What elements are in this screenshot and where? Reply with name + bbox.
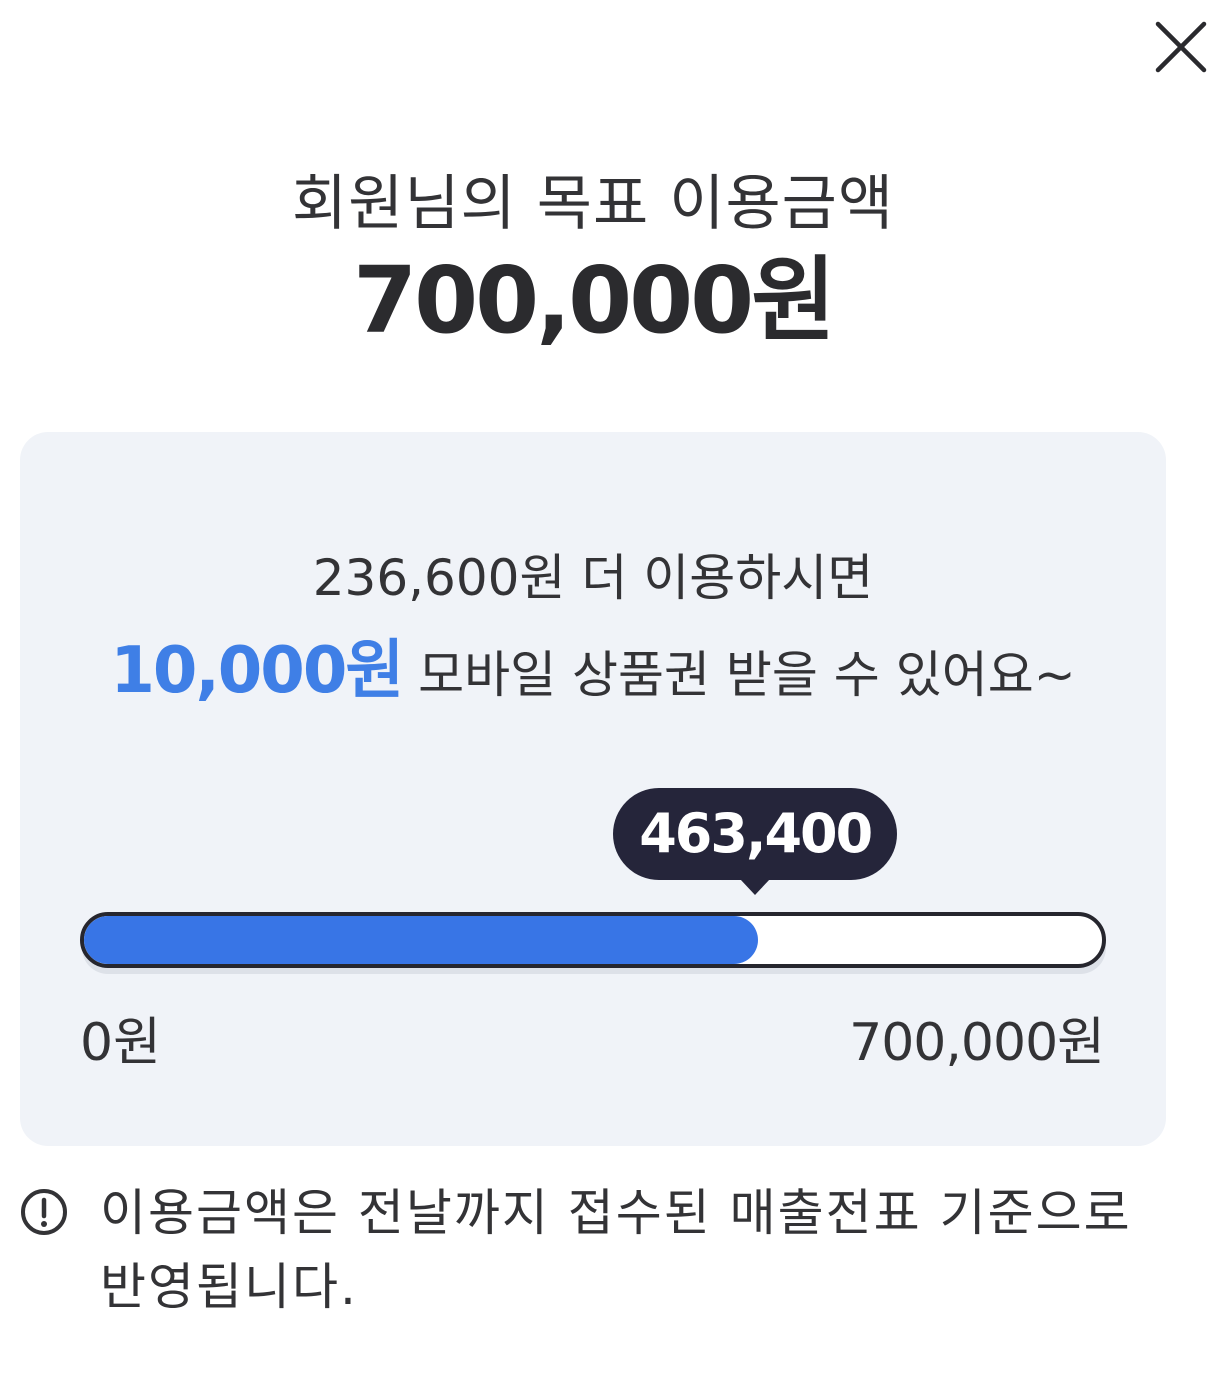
reward-message: 10,000원 모바일 상품권 받을 수 있어요~: [20, 634, 1166, 712]
progress-fill: [84, 916, 758, 964]
remaining-amount-message: 236,600원 더 이용하시면: [312, 549, 874, 607]
exclamation-circle-icon: [18, 1186, 70, 1238]
progress-track: [80, 912, 1106, 968]
progress-bar: [80, 912, 1106, 974]
reward-amount: 10,000원: [110, 634, 404, 708]
progress-card: 236,600원 더 이용하시면 10,000원 모바일 상품권 받을 수 있어…: [20, 432, 1166, 1146]
progress-max-label: 700,000원: [849, 1013, 1105, 1073]
close-button[interactable]: [1148, 16, 1212, 80]
progress-min-label: 0원: [80, 1013, 161, 1073]
goal-title: 회원님의 목표 이용금액: [291, 169, 895, 239]
reward-text: 모바일 상품권 받을 수 있어요~: [402, 646, 1076, 704]
close-icon: [1155, 21, 1207, 73]
goal-amount: 700,000원: [353, 247, 836, 354]
current-amount-tooltip: 463,400: [613, 788, 898, 895]
notice-text: 이용금액은 전날까지 접수된 매출전표 기준으로 반영됩니다.: [100, 1184, 1132, 1316]
